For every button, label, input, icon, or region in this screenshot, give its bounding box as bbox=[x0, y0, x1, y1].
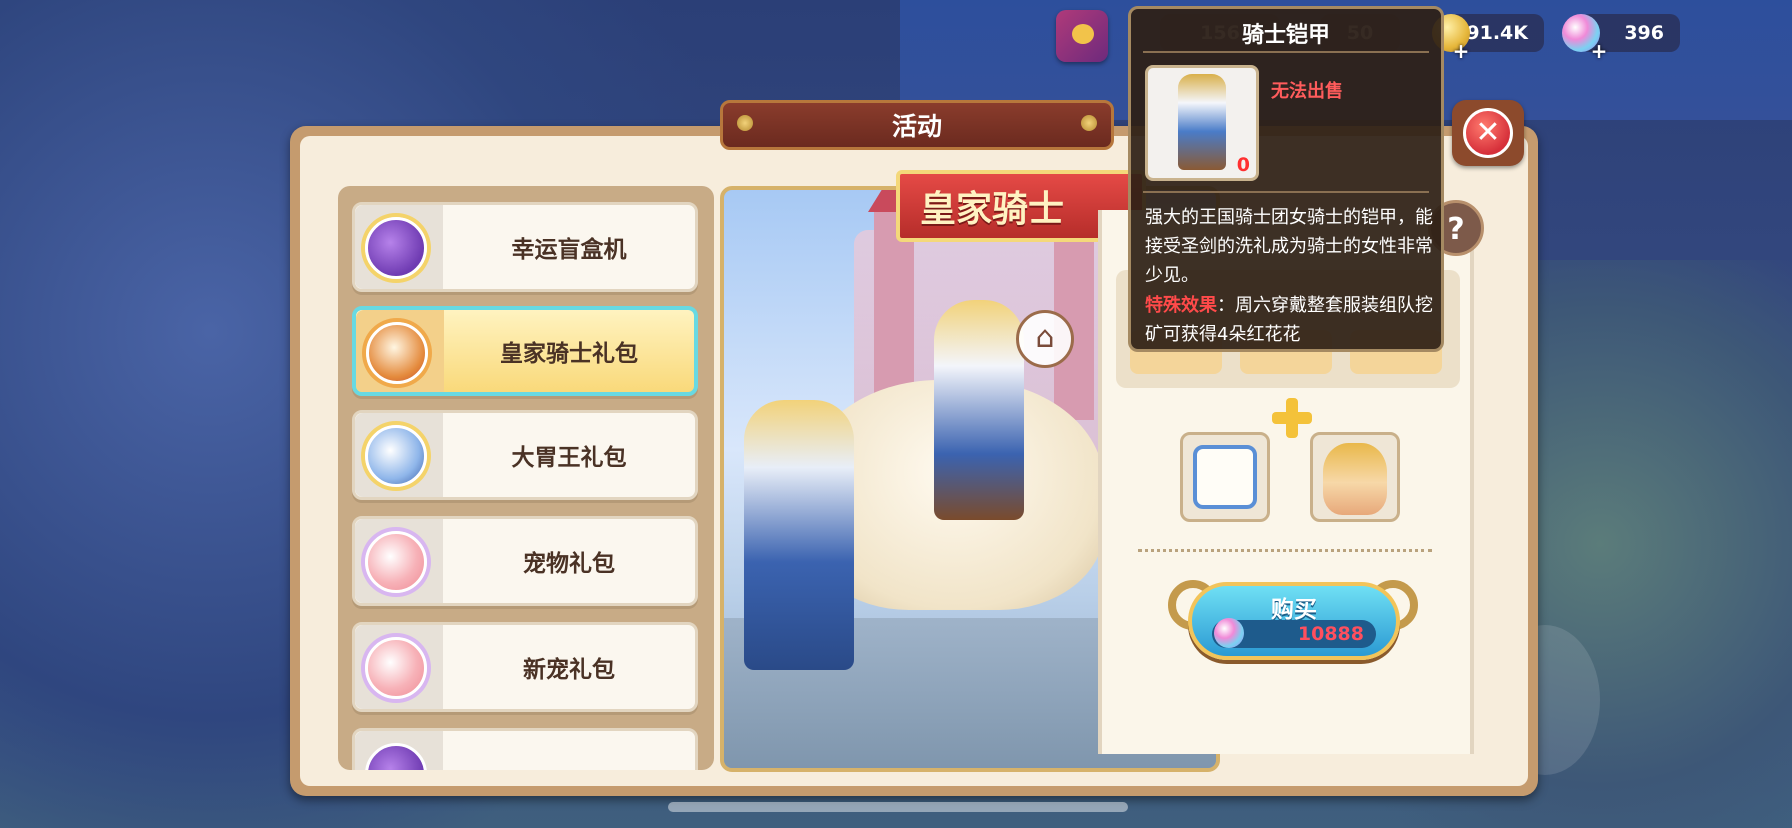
item-tooltip: 骑士铠甲 0 无法出售 强大的王国骑士团女骑士的铠甲，能接受圣剑的洗礼成为骑士的… bbox=[1128, 6, 1444, 352]
tooltip-special-effect: 特殊效果：周六穿戴整套服装组队挖矿可获得4朵红花花 bbox=[1145, 291, 1439, 349]
buy-button[interactable]: 购买 10888 bbox=[1188, 582, 1400, 660]
codex-book-icon[interactable] bbox=[1056, 10, 1108, 62]
tooltip-sell-status: 无法出售 bbox=[1271, 81, 1343, 102]
tooltip-item-count: 0 bbox=[1236, 154, 1250, 176]
list-item-label: 幸运盲盒机 bbox=[511, 237, 627, 263]
price-bar: 10888 bbox=[1212, 618, 1376, 648]
close-button[interactable]: ✕ bbox=[1452, 100, 1524, 166]
tooltip-description: 强大的王国骑士团女骑士的铠甲，能接受圣剑的洗礼成为骑士的女性非常少见。 bbox=[1145, 207, 1433, 286]
avatar-frame-icon bbox=[1193, 445, 1257, 509]
rider-character-artwork bbox=[934, 300, 1024, 520]
tooltip-title: 骑士铠甲 bbox=[1241, 23, 1330, 48]
knight-armor-icon bbox=[1178, 74, 1226, 170]
gold-value: 91.4K bbox=[1466, 22, 1528, 44]
list-item-label: 新宠礼包 bbox=[523, 657, 615, 683]
list-item-big-eater-pack[interactable]: 大胃王礼包 bbox=[352, 410, 698, 500]
penguin-icon bbox=[365, 425, 427, 487]
knight-avatar-icon bbox=[1323, 443, 1387, 515]
window-title: 活动 bbox=[891, 112, 942, 141]
add-gems-icon[interactable]: + bbox=[1590, 41, 1608, 61]
plate-stud-right bbox=[1081, 115, 1097, 131]
gem-value: 396 bbox=[1624, 22, 1664, 44]
reward-slot-avatar[interactable] bbox=[1310, 432, 1400, 522]
try-on-hanger-icon[interactable]: ⌂ bbox=[1016, 310, 1074, 368]
blindbox-icon bbox=[365, 217, 427, 279]
list-item-label: 皇家骑士礼包 bbox=[500, 341, 638, 367]
list-item-label: 宠物礼包 bbox=[523, 551, 615, 577]
price-value: 10888 bbox=[1297, 623, 1364, 645]
reward-slot-frame[interactable] bbox=[1180, 432, 1270, 522]
list-item-pet-pack[interactable]: 宠物礼包 bbox=[352, 516, 698, 606]
tooltip-divider bbox=[1143, 191, 1429, 193]
gem-icon bbox=[1214, 618, 1244, 648]
list-item-partial[interactable] bbox=[352, 728, 698, 770]
tooltip-divider bbox=[1143, 51, 1429, 53]
paw-icon bbox=[365, 637, 427, 699]
list-item-royal-knight-pack[interactable]: 皇家骑士礼包 bbox=[352, 306, 698, 396]
list-item-label: 大胃王礼包 bbox=[511, 445, 627, 471]
activity-list[interactable]: 幸运盲盒机 皇家骑士礼包 大胃王礼包 宠物礼包 新宠礼包 bbox=[338, 186, 714, 770]
list-item-new-pet-pack[interactable]: 新宠礼包 bbox=[352, 622, 698, 712]
knight-character-artwork bbox=[744, 400, 854, 670]
plus-icon bbox=[1270, 396, 1314, 440]
tooltip-item-thumbnail: 0 bbox=[1145, 65, 1259, 181]
horseshoe-icon bbox=[366, 322, 428, 384]
add-gold-icon[interactable]: + bbox=[1452, 41, 1470, 61]
banner-title: 皇家骑士 bbox=[920, 189, 1065, 230]
tooltip-effect-label: 特殊效果 bbox=[1145, 295, 1217, 316]
divider bbox=[1138, 549, 1432, 552]
window-title-plate: 活动 bbox=[720, 100, 1114, 150]
home-indicator[interactable] bbox=[668, 802, 1128, 812]
close-icon: ✕ bbox=[1463, 108, 1513, 158]
plate-stud-left bbox=[737, 115, 753, 131]
list-item-lucky-blindbox[interactable]: 幸运盲盒机 bbox=[352, 202, 698, 292]
paw-icon bbox=[365, 531, 427, 593]
